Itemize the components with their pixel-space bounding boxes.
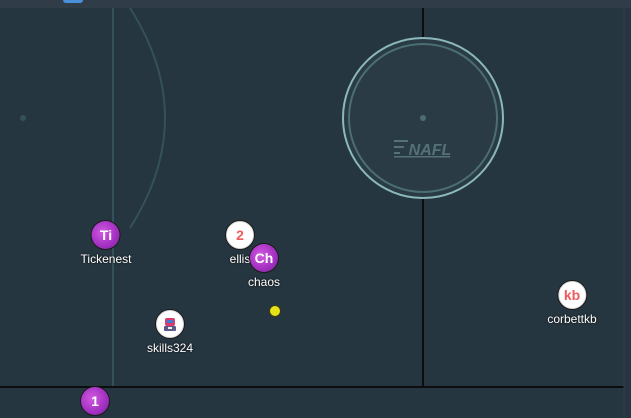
- player-token[interactable]: Ti: [92, 221, 120, 249]
- player-token[interactable]: [156, 310, 184, 338]
- robot-avatar-icon: [164, 318, 176, 331]
- pitch: NAFL: [0, 7, 631, 418]
- ball[interactable]: [269, 305, 281, 317]
- player-name: corbettkb: [547, 312, 597, 326]
- pitch-surface: [0, 8, 631, 418]
- player-tickenest[interactable]: Ti Tickenest: [80, 221, 132, 266]
- player-1[interactable]: 1: [81, 387, 109, 415]
- player-corbettkb[interactable]: kb corbettkb: [547, 281, 597, 326]
- player-chaos[interactable]: Ch chaos: [248, 244, 280, 289]
- center-spot: [420, 115, 426, 121]
- player-name: Tickenest: [80, 252, 132, 266]
- left-spot: [20, 115, 26, 121]
- player-token[interactable]: Ch: [250, 244, 278, 272]
- player-skills324[interactable]: skills324: [147, 310, 193, 355]
- player-name: skills324: [146, 341, 194, 355]
- player-token[interactable]: kb: [557, 281, 586, 309]
- player-name: chaos: [247, 275, 281, 289]
- player-token[interactable]: 1: [81, 387, 109, 415]
